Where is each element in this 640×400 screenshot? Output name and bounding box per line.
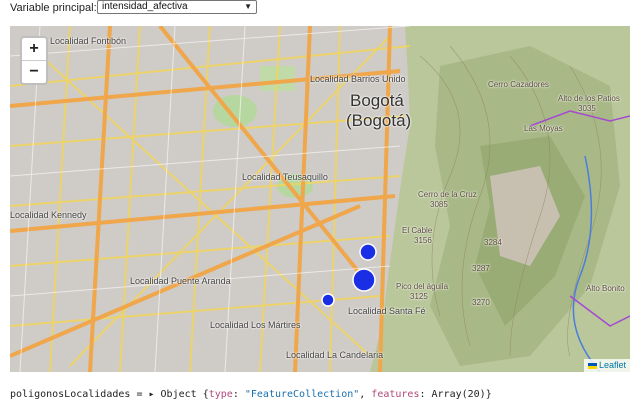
label-alto-bonito: Alto Bonito bbox=[586, 284, 625, 293]
label-pico-aguila-elev: 3125 bbox=[410, 292, 428, 301]
expand-toggle-icon[interactable]: ▸ bbox=[148, 389, 160, 400]
label-barrios-unidos: Localidad Barrios Unido bbox=[310, 74, 406, 84]
code-colon-1: : bbox=[232, 389, 245, 400]
label-elev-3287: 3287 bbox=[472, 264, 490, 273]
marker-1[interactable] bbox=[359, 243, 377, 261]
label-el-cable-elev: 3156 bbox=[414, 236, 432, 245]
zoom-in-button[interactable]: + bbox=[22, 38, 46, 60]
code-equals: = bbox=[130, 389, 149, 400]
variable-select[interactable]: intensidad_afectiva ▼ bbox=[97, 0, 257, 14]
code-object-word: Object bbox=[160, 389, 203, 400]
map-container[interactable]: Localidad Fontibón Localidad Barrios Uni… bbox=[10, 26, 630, 372]
code-value-features: Array(20) bbox=[431, 389, 486, 400]
label-cerro-cruz: Cerro de la Cruz bbox=[418, 190, 477, 199]
code-output: poligonosLocalidades = ▸ Object {type: "… bbox=[10, 389, 492, 400]
code-value-type: "FeatureCollection" bbox=[244, 389, 360, 400]
code-brace-close: } bbox=[485, 389, 492, 400]
leaflet-link[interactable]: Leaflet bbox=[599, 360, 626, 370]
label-fontibon: Localidad Fontibón bbox=[50, 36, 127, 46]
label-teusaquillo: Localidad Teusaquillo bbox=[242, 172, 328, 182]
label-puente-aranda: Localidad Puente Aranda bbox=[130, 276, 231, 286]
marker-3[interactable] bbox=[321, 293, 335, 307]
label-bogota-paren: (Bogotá) bbox=[346, 111, 412, 130]
zoom-out-button[interactable]: − bbox=[22, 60, 46, 83]
label-cerro-cruz-elev: 3085 bbox=[430, 200, 448, 209]
label-cerro-cazadores: Cerro Cazadores bbox=[488, 80, 549, 89]
label-candelaria: Localidad La Candelaria bbox=[286, 350, 384, 360]
chevron-down-icon: ▼ bbox=[244, 2, 252, 11]
label-las-moyas: Las Moyas bbox=[524, 124, 563, 133]
code-key-type: type bbox=[208, 389, 233, 400]
code-variable: poligonosLocalidades bbox=[10, 389, 131, 400]
label-los-martires: Localidad Los Mártires bbox=[210, 320, 301, 330]
label-elev-3270: 3270 bbox=[472, 298, 490, 307]
label-alto-patios: Alto de los Patios bbox=[558, 94, 620, 103]
map-attribution[interactable]: Leaflet bbox=[583, 359, 630, 372]
label-kennedy: Localidad Kennedy bbox=[10, 210, 87, 220]
label-pico-aguila: Pico del águila bbox=[396, 282, 449, 291]
label-bogota: Bogotá bbox=[350, 91, 404, 110]
label-santa-fe: Localidad Santa Fé bbox=[348, 306, 426, 316]
label-alto-patios-elev: 3035 bbox=[578, 104, 596, 113]
label-el-cable: El Cable bbox=[402, 226, 433, 235]
code-key-features: features bbox=[371, 389, 420, 400]
label-elev-3284: 3284 bbox=[484, 238, 502, 247]
ukraine-flag-icon bbox=[587, 362, 597, 369]
variable-select-value: intensidad_afectiva bbox=[102, 1, 188, 12]
variable-label: Variable principal: bbox=[10, 1, 97, 14]
variable-control: Variable principal: bbox=[10, 0, 111, 15]
marker-2[interactable] bbox=[352, 268, 376, 292]
code-colon-2: : bbox=[419, 389, 432, 400]
zoom-control: + − bbox=[20, 36, 48, 85]
code-comma: , bbox=[359, 389, 372, 400]
